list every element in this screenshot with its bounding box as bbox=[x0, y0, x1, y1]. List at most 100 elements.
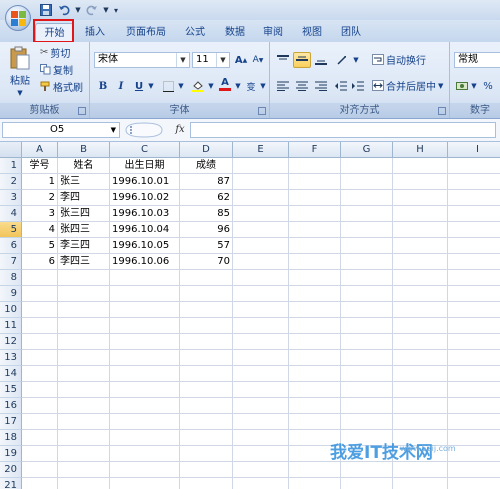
align-left-button[interactable] bbox=[274, 78, 292, 94]
cell-E12[interactable] bbox=[233, 334, 289, 350]
cell-A15[interactable] bbox=[22, 382, 58, 398]
cell-G13[interactable] bbox=[341, 350, 393, 366]
paste-dropdown-icon[interactable]: ▼ bbox=[17, 89, 22, 97]
cell-C2[interactable]: 1996.10.01 bbox=[110, 174, 180, 190]
merge-dropdown-icon[interactable]: ▼ bbox=[438, 82, 443, 90]
underline-dropdown-icon[interactable]: ▼ bbox=[147, 78, 155, 94]
cell-D19[interactable] bbox=[180, 446, 233, 462]
cell-I12[interactable] bbox=[448, 334, 500, 350]
office-button[interactable] bbox=[5, 5, 31, 31]
cell-A7[interactable]: 6 bbox=[22, 254, 58, 270]
cell-I20[interactable] bbox=[448, 462, 500, 478]
redo-icon[interactable] bbox=[84, 2, 100, 18]
cell-A21[interactable] bbox=[22, 478, 58, 489]
percent-button[interactable]: % bbox=[480, 78, 496, 94]
cell-B6[interactable]: 李三四 bbox=[58, 238, 110, 254]
cell-I1[interactable] bbox=[448, 158, 500, 174]
cell-E3[interactable] bbox=[233, 190, 289, 206]
cell-D6[interactable]: 57 bbox=[180, 238, 233, 254]
cell-H7[interactable] bbox=[393, 254, 448, 270]
cell-H6[interactable] bbox=[393, 238, 448, 254]
cell-D3[interactable]: 62 bbox=[180, 190, 233, 206]
cell-I10[interactable] bbox=[448, 302, 500, 318]
cell-A2[interactable]: 1 bbox=[22, 174, 58, 190]
cell-F6[interactable] bbox=[289, 238, 341, 254]
cell-H3[interactable] bbox=[393, 190, 448, 206]
increase-indent-button[interactable] bbox=[350, 78, 366, 94]
column-header-H[interactable]: H bbox=[393, 142, 448, 158]
orientation-button[interactable] bbox=[334, 52, 352, 68]
cell-E11[interactable] bbox=[233, 318, 289, 334]
cell-H16[interactable] bbox=[393, 398, 448, 414]
tab-insert[interactable]: 插入 bbox=[78, 23, 112, 42]
cell-F9[interactable] bbox=[289, 286, 341, 302]
column-header-I[interactable]: I bbox=[448, 142, 500, 158]
italic-button[interactable]: I bbox=[114, 78, 128, 94]
cell-C18[interactable] bbox=[110, 430, 180, 446]
column-header-D[interactable]: D bbox=[180, 142, 233, 158]
currency-button[interactable] bbox=[454, 78, 470, 94]
cell-B12[interactable] bbox=[58, 334, 110, 350]
cell-I11[interactable] bbox=[448, 318, 500, 334]
cell-H13[interactable] bbox=[393, 350, 448, 366]
cell-G21[interactable] bbox=[341, 478, 393, 489]
tab-team[interactable]: 团队 bbox=[334, 23, 368, 42]
cell-D12[interactable] bbox=[180, 334, 233, 350]
grow-font-button[interactable]: A ▲ bbox=[233, 52, 249, 68]
cell-G17[interactable] bbox=[341, 414, 393, 430]
decrease-indent-button[interactable] bbox=[333, 78, 349, 94]
cell-D4[interactable]: 85 bbox=[180, 206, 233, 222]
phonetic-dropdown-icon[interactable]: ▼ bbox=[259, 78, 267, 94]
cell-C4[interactable]: 1996.10.03 bbox=[110, 206, 180, 222]
worksheet-grid[interactable]: ABCDEFGHI 1 2 3 4 5 6 7 8 9 10 11 12 13 14 15 16 17 18 19 2… bbox=[0, 142, 500, 489]
font-size-combo[interactable]: 11 ▼ bbox=[192, 52, 230, 68]
alignment-dialog-launcher-icon[interactable] bbox=[438, 107, 446, 115]
merge-center-button[interactable]: 合并后居中 ▼ bbox=[372, 78, 443, 93]
cell-D7[interactable]: 70 bbox=[180, 254, 233, 270]
cell-D14[interactable] bbox=[180, 366, 233, 382]
cell-I2[interactable] bbox=[448, 174, 500, 190]
cell-H4[interactable] bbox=[393, 206, 448, 222]
format-painter-button[interactable]: 格式刷 bbox=[40, 79, 83, 94]
cell-G12[interactable] bbox=[341, 334, 393, 350]
cell-B11[interactable] bbox=[58, 318, 110, 334]
row-header-18[interactable]: 18 bbox=[0, 430, 22, 446]
cell-F4[interactable] bbox=[289, 206, 341, 222]
cell-E7[interactable] bbox=[233, 254, 289, 270]
row-header-6[interactable]: 6 bbox=[0, 238, 22, 254]
cell-C5[interactable]: 1996.10.04 bbox=[110, 222, 180, 238]
undo-icon[interactable] bbox=[56, 2, 72, 18]
cell-A11[interactable] bbox=[22, 318, 58, 334]
cell-C21[interactable] bbox=[110, 478, 180, 489]
borders-dropdown-icon[interactable]: ▼ bbox=[177, 78, 185, 94]
cell-B17[interactable] bbox=[58, 414, 110, 430]
cell-G15[interactable] bbox=[341, 382, 393, 398]
orientation-dropdown-icon[interactable]: ▼ bbox=[352, 52, 360, 68]
borders-button[interactable] bbox=[160, 78, 176, 94]
row-header-12[interactable]: 12 bbox=[0, 334, 22, 350]
cell-F17[interactable] bbox=[289, 414, 341, 430]
cell-C7[interactable]: 1996.10.06 bbox=[110, 254, 180, 270]
cell-G10[interactable] bbox=[341, 302, 393, 318]
cell-F15[interactable] bbox=[289, 382, 341, 398]
row-header-3[interactable]: 3 bbox=[0, 190, 22, 206]
cell-I4[interactable] bbox=[448, 206, 500, 222]
column-header-C[interactable]: C bbox=[110, 142, 180, 158]
cell-G9[interactable] bbox=[341, 286, 393, 302]
cell-E4[interactable] bbox=[233, 206, 289, 222]
cell-D13[interactable] bbox=[180, 350, 233, 366]
align-center-button[interactable] bbox=[293, 78, 311, 94]
cell-D2[interactable]: 87 bbox=[180, 174, 233, 190]
underline-button[interactable]: U bbox=[132, 78, 146, 94]
cell-E9[interactable] bbox=[233, 286, 289, 302]
cut-button[interactable]: ✂ 剪切 bbox=[40, 45, 70, 60]
redo-dropdown-icon[interactable]: ▼ bbox=[102, 2, 110, 18]
cell-B8[interactable] bbox=[58, 270, 110, 286]
cell-E16[interactable] bbox=[233, 398, 289, 414]
cell-F11[interactable] bbox=[289, 318, 341, 334]
cell-H1[interactable] bbox=[393, 158, 448, 174]
cell-G8[interactable] bbox=[341, 270, 393, 286]
cell-G1[interactable] bbox=[341, 158, 393, 174]
row-header-13[interactable]: 13 bbox=[0, 350, 22, 366]
cell-A4[interactable]: 3 bbox=[22, 206, 58, 222]
